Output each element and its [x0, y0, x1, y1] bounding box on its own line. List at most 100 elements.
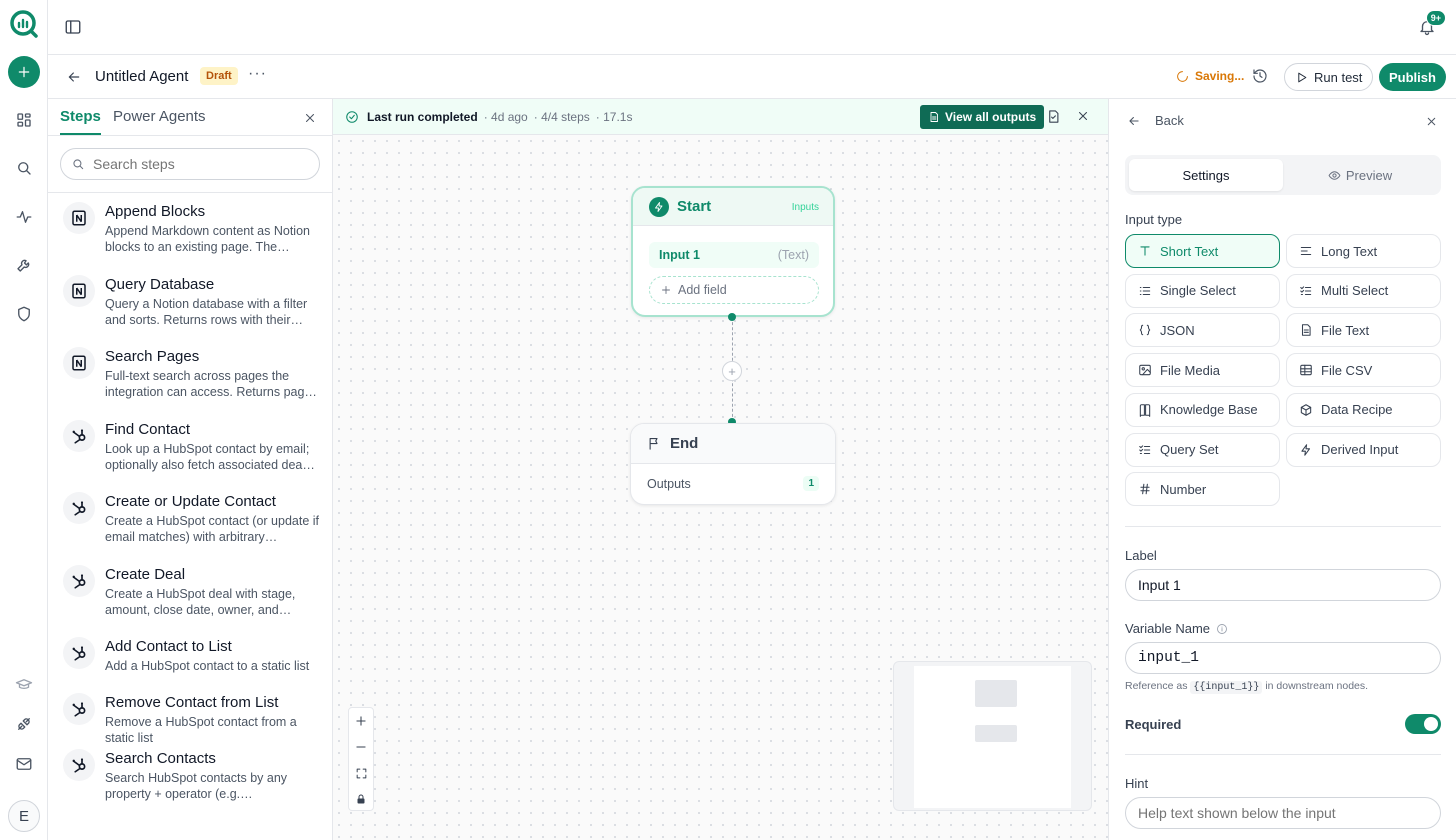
step-item[interactable]: Query Database Query a Notion database wi… — [48, 266, 332, 339]
input-type-short-text[interactable]: Short Text — [1125, 234, 1280, 268]
input-type-number[interactable]: Number — [1125, 472, 1280, 507]
ref-suffix: in downstream nodes. — [1265, 680, 1369, 692]
back-arrow-icon[interactable] — [66, 69, 82, 85]
hubspot-icon — [63, 693, 95, 725]
panel-back-label: Back — [1155, 113, 1184, 128]
input-type-file-text[interactable]: File Text — [1286, 313, 1441, 348]
last-run-duration: · 17.1s — [595, 109, 633, 124]
input-settings-panel: Back Settings Preview Input type Short T… — [1108, 99, 1456, 840]
tab-power-agents[interactable]: Power Agents — [113, 108, 206, 133]
variable-name-input[interactable] — [1138, 650, 1428, 666]
step-item[interactable]: Append Blocks Append Markdown content as … — [48, 193, 332, 266]
zoom-in-icon[interactable] — [349, 708, 373, 734]
dashboard-icon[interactable] — [12, 108, 36, 132]
tab-settings[interactable]: Settings — [1129, 159, 1283, 191]
agent-title[interactable]: Untitled Agent — [95, 68, 188, 85]
input-type-file-csv[interactable]: File CSV — [1286, 353, 1441, 388]
hubspot-icon — [63, 749, 95, 781]
last-run-steps: · 4/4 steps — [533, 109, 590, 124]
document-icon[interactable] — [1046, 109, 1061, 124]
start-node[interactable]: Start Inputs Input 1 (Text) Add field — [631, 186, 835, 317]
info-icon[interactable] — [1216, 623, 1228, 635]
input-type-file-media[interactable]: File Media — [1125, 353, 1280, 388]
search-steps-input[interactable] — [93, 156, 293, 172]
step-title: Search Contacts — [105, 750, 216, 767]
run-test-button[interactable]: Run test — [1284, 63, 1374, 91]
image-icon — [1139, 364, 1151, 376]
end-node[interactable]: End Outputs 1 — [630, 423, 836, 505]
input-type-derived-input[interactable]: Derived Input — [1286, 432, 1441, 467]
step-item[interactable]: Create or Update Contact Create a HubSpot… — [48, 483, 332, 556]
required-toggle[interactable] — [1405, 714, 1441, 734]
input-type-data-recipe[interactable]: Data Recipe — [1286, 392, 1441, 427]
workflow-canvas[interactable]: Last run completed · 4d ago · 4/4 steps … — [333, 99, 1108, 840]
tab-steps[interactable]: Steps — [60, 108, 101, 135]
input-type-multi-select[interactable]: Multi Select — [1286, 273, 1441, 308]
close-icon[interactable] — [1425, 115, 1438, 128]
input-name: Input 1 — [659, 248, 700, 262]
minimap-end-node — [975, 725, 1017, 742]
shield-icon[interactable] — [12, 302, 36, 326]
label-input[interactable] — [1138, 577, 1428, 593]
flag-icon — [649, 437, 658, 450]
start-input-row[interactable]: Input 1 (Text) — [649, 242, 819, 268]
step-description: Append Markdown content as Notion blocks… — [105, 224, 310, 254]
step-title: Search Pages — [105, 348, 200, 365]
zoom-out-icon[interactable] — [349, 734, 373, 760]
minimap[interactable] — [893, 661, 1092, 811]
search-steps-box[interactable] — [60, 148, 320, 180]
step-description: Create a HubSpot contact (or update if e… — [105, 514, 320, 544]
hint-label: Hint — [1125, 776, 1149, 791]
close-icon[interactable] — [303, 111, 317, 125]
hint-input[interactable] — [1138, 805, 1428, 821]
end-outputs-row[interactable]: Outputs 1 — [647, 476, 819, 491]
start-output-handle[interactable] — [728, 313, 736, 321]
input-type-long-text[interactable]: Long Text — [1286, 234, 1441, 268]
input-type-json[interactable]: JSON — [1125, 313, 1280, 348]
last-run-ago: · 4d ago — [483, 109, 528, 124]
fit-view-icon[interactable] — [349, 760, 373, 786]
close-banner-icon[interactable] — [1076, 109, 1090, 123]
start-node-header: Start Inputs — [633, 188, 833, 226]
user-avatar[interactable]: E — [8, 800, 40, 832]
step-item[interactable]: Find Contact Look up a HubSpot contact by… — [48, 411, 332, 484]
step-item[interactable]: Create Deal Create a HubSpot deal with st… — [48, 556, 332, 629]
input-type-knowledge-base[interactable]: Knowledge Base — [1125, 392, 1280, 427]
step-item[interactable]: Search Contacts Search HubSpot contacts b… — [48, 740, 332, 813]
tab-preview-label: Preview — [1345, 167, 1393, 183]
list-icon — [1139, 286, 1151, 295]
step-item[interactable]: Remove Contact from List Remove a HubSpot… — [48, 684, 332, 745]
input-type-single-select[interactable]: Single Select — [1125, 273, 1280, 308]
step-item[interactable]: Search Pages Full-text search across page… — [48, 338, 332, 411]
input-type-label: Derived Input — [1321, 442, 1399, 457]
ref-prefix: Reference as — [1125, 680, 1188, 692]
new-item-button[interactable] — [8, 56, 40, 88]
lock-icon[interactable] — [349, 786, 373, 812]
activity-icon[interactable] — [12, 205, 36, 229]
mail-icon[interactable] — [12, 752, 36, 776]
sidebar-toggle-icon[interactable] — [64, 18, 82, 36]
input-type-query-set[interactable]: Query Set — [1125, 432, 1280, 467]
input-type-label: JSON — [1160, 322, 1195, 338]
graduation-cap-icon[interactable] — [12, 673, 36, 697]
add-step-button[interactable]: + — [722, 361, 742, 381]
history-icon[interactable] — [1252, 68, 1268, 84]
label-input-field[interactable] — [1125, 569, 1441, 601]
wrench-icon[interactable] — [12, 253, 36, 277]
settings-preview-toggle: Settings Preview — [1125, 155, 1441, 195]
eye-icon — [1328, 170, 1341, 180]
variable-name-field[interactable] — [1125, 642, 1441, 674]
app-logo-icon[interactable] — [8, 8, 40, 40]
search-icon[interactable] — [12, 156, 36, 180]
tab-preview[interactable]: Preview — [1283, 159, 1437, 191]
panel-back-button[interactable]: Back — [1127, 113, 1184, 128]
more-options-button[interactable]: ··· — [248, 65, 267, 83]
view-all-outputs-button[interactable]: View all outputs — [920, 105, 1045, 129]
step-description: Query a Notion database with a filter an… — [105, 296, 308, 327]
add-field-button[interactable]: Add field — [649, 276, 819, 304]
publish-button[interactable]: Publish — [1379, 63, 1446, 91]
step-item[interactable]: Add Contact to List Add a HubSpot contact… — [48, 628, 332, 684]
hint-field[interactable] — [1125, 797, 1441, 829]
outputs-count-badge: 1 — [803, 476, 819, 491]
plug-icon[interactable] — [12, 712, 36, 736]
